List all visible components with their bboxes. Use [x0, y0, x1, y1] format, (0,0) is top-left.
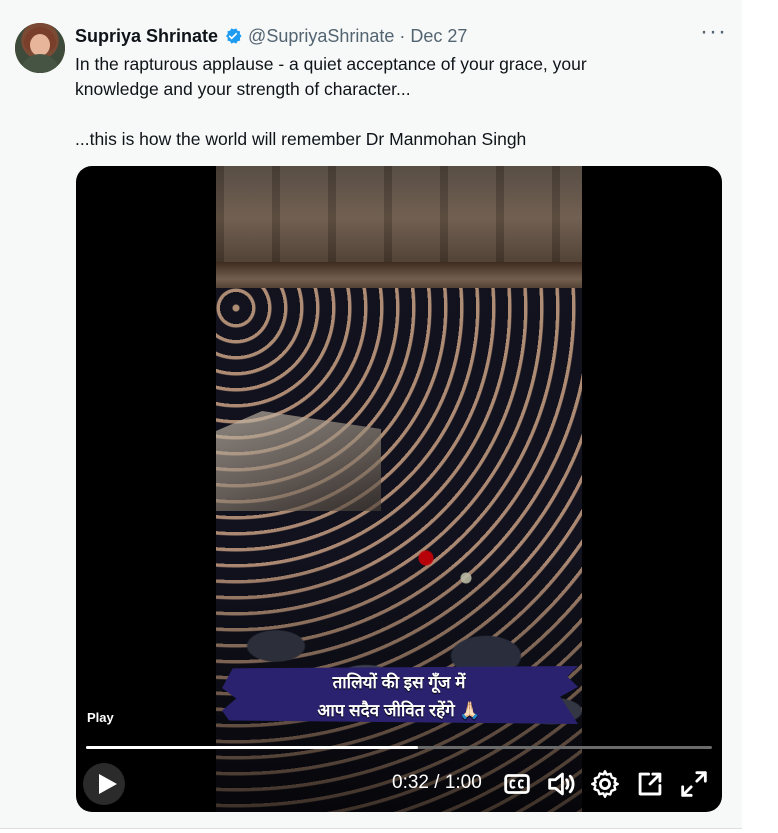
tweet-text-line: In the rapturous applause - a quiet acce… — [75, 54, 587, 74]
video-image-floor — [216, 411, 381, 511]
separator-dot: · — [399, 25, 406, 46]
page-margin — [742, 0, 778, 833]
volume-icon[interactable] — [544, 767, 578, 801]
tweet-date[interactable]: Dec 27 — [410, 26, 467, 47]
video-caption-line: तालियों की इस गूँज में — [332, 673, 466, 692]
play-icon[interactable] — [83, 763, 125, 805]
video-caption-line: आप सदैव जीवित रहेंगे 🙏🏻 — [317, 701, 481, 720]
avatar[interactable] — [15, 23, 65, 73]
more-icon[interactable]: ··· — [700, 20, 726, 47]
video-progress-bar[interactable] — [86, 746, 712, 749]
video-time: 0:32 / 1:00 — [392, 772, 482, 793]
tweet-header: Supriya Shrinate @SupriyaShrinate · Dec … — [75, 24, 467, 48]
captions-icon[interactable] — [500, 767, 534, 801]
video-progress-fill — [86, 746, 418, 749]
tweet-text-line: ...this is how the world will remember D… — [75, 129, 527, 149]
author-name[interactable]: Supriya Shrinate — [75, 26, 218, 47]
tweet-text: In the rapturous applause - a quiet acce… — [75, 52, 700, 152]
author-handle[interactable]: @SupriyaShrinate — [248, 26, 394, 47]
fullscreen-icon[interactable] — [677, 767, 711, 801]
tweet-text-line: knowledge and your strength of character… — [75, 79, 411, 99]
video-player[interactable]: तालियों की इस गूँज में आप सदैव जीवित रहे… — [76, 166, 722, 812]
verified-badge-icon — [223, 26, 243, 46]
divider — [0, 828, 742, 829]
play-label: Play — [87, 710, 114, 725]
settings-icon[interactable] — [588, 767, 622, 801]
video-frame[interactable]: तालियों की इस गूँज में आप सदैव जीवित रहे… — [216, 166, 582, 812]
picture-in-picture-icon[interactable] — [633, 767, 667, 801]
video-controls: 0:32 / 1:00 — [76, 758, 722, 812]
